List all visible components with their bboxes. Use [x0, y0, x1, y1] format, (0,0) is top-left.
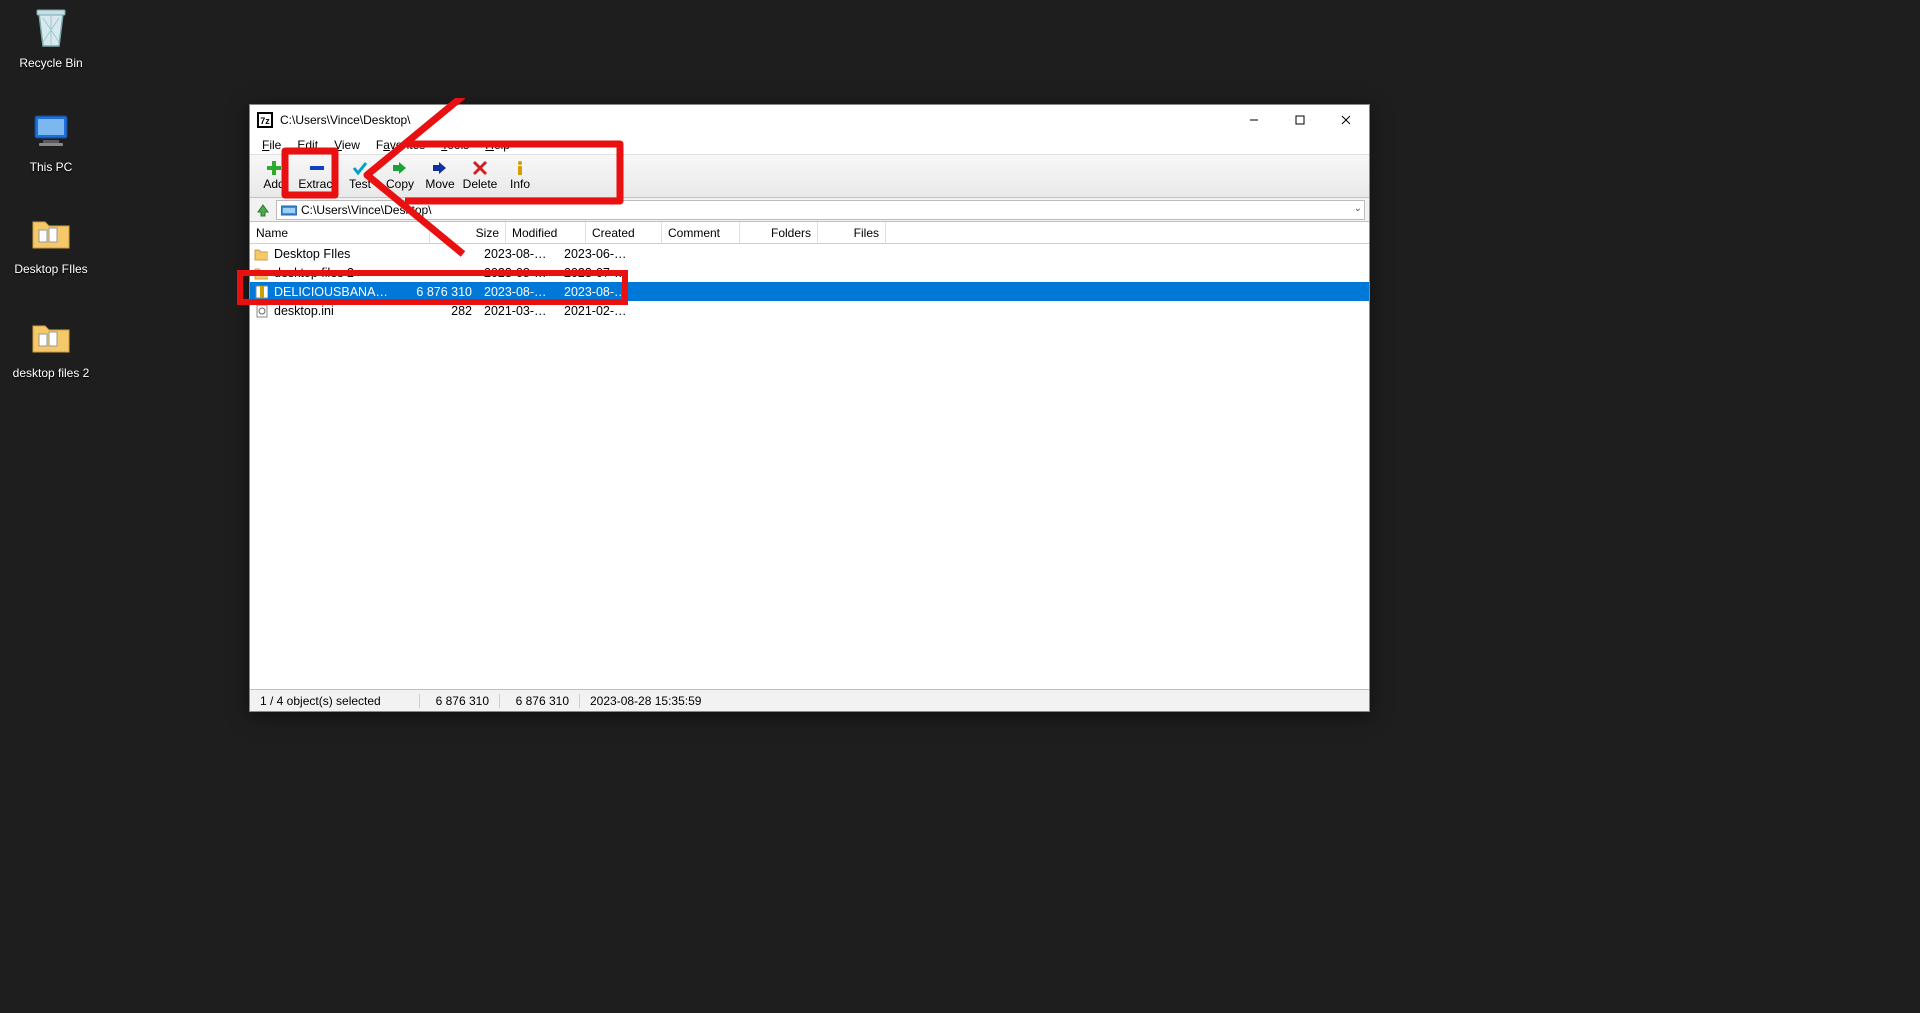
desktop-icon-label: Desktop FIles [14, 262, 87, 276]
minus-icon [309, 159, 325, 177]
desktop-icon-label: This PC [30, 160, 73, 174]
header-comment[interactable]: Comment [662, 222, 740, 243]
desktop-icon-recycle-bin[interactable]: Recycle Bin [6, 4, 96, 70]
toolbar-label: Move [425, 177, 454, 191]
svg-text:7z: 7z [260, 116, 270, 126]
status-selection: 1 / 4 object(s) selected [250, 694, 420, 708]
sevenzip-window: 7z C:\Users\Vince\Desktop\ File Edit Vie… [249, 104, 1370, 712]
file-type-icon [250, 247, 268, 261]
toolbar-label: Delete [463, 177, 498, 191]
desktop-icon-desktop-files-2[interactable]: desktop files 2 [6, 314, 96, 380]
window-title: C:\Users\Vince\Desktop\ [280, 113, 1231, 127]
file-row[interactable]: desktop files 2 2023-08-28...2023-07-26..… [250, 263, 1369, 282]
address-text: C:\Users\Vince\Desktop\ [301, 203, 432, 217]
toolbar-copy[interactable]: Copy [380, 157, 420, 193]
file-name: desktop files 2 [268, 266, 398, 280]
file-type-icon [250, 285, 268, 299]
header-name[interactable]: Name [250, 222, 430, 243]
toolbar-label: Copy [386, 177, 414, 191]
status-size-total: 6 876 310 [500, 694, 580, 708]
check-icon [352, 159, 368, 177]
status-bar: 1 / 4 object(s) selected 6 876 310 6 876… [250, 689, 1369, 711]
file-created: 2023-07-26... [558, 266, 634, 280]
up-button[interactable] [252, 199, 274, 221]
file-list[interactable]: Desktop FIles 2023-08-27...2023-06-14... d… [250, 244, 1369, 689]
chevron-down-icon[interactable]: ⌄ [1354, 203, 1362, 214]
plus-icon [266, 159, 282, 177]
desktop-icon-label: Recycle Bin [19, 56, 82, 70]
close-button[interactable] [1323, 105, 1369, 135]
file-name: DELICIOUSBANAN... [268, 285, 398, 299]
status-size-sel: 6 876 310 [420, 694, 500, 708]
file-name: Desktop FIles [268, 247, 398, 261]
toolbar-extract[interactable]: Extract [294, 157, 340, 193]
desktop-icon-this-pc[interactable]: This PC [6, 108, 96, 174]
maximize-button[interactable] [1277, 105, 1323, 135]
folder-icon [27, 314, 75, 362]
toolbar-test[interactable]: Test [340, 157, 380, 193]
toolbar-label: Test [349, 177, 371, 191]
file-name: desktop.ini [268, 304, 398, 318]
column-headers: Name Size Modified Created Comment Folde… [250, 222, 1369, 244]
toolbar-label: Info [510, 177, 530, 191]
menu-edit[interactable]: Edit [289, 137, 326, 153]
file-type-icon [250, 304, 268, 318]
info-icon [512, 159, 528, 177]
titlebar[interactable]: 7z C:\Users\Vince\Desktop\ [250, 105, 1369, 135]
address-bar: C:\Users\Vince\Desktop\ ⌄ [250, 198, 1369, 222]
file-modified: 2023-08-28... [478, 266, 558, 280]
drive-icon [281, 202, 297, 218]
file-modified: 2023-08-28... [478, 285, 558, 299]
file-row[interactable]: DELICIOUSBANAN...6 876 3102023-08-28...2… [250, 282, 1369, 301]
header-modified[interactable]: Modified [506, 222, 586, 243]
toolbar-delete[interactable]: Delete [460, 157, 500, 193]
menu-favorites[interactable]: Favorites [368, 137, 433, 153]
address-path[interactable]: C:\Users\Vince\Desktop\ ⌄ [276, 200, 1365, 220]
file-row[interactable]: Desktop FIles 2023-08-27...2023-06-14... [250, 244, 1369, 263]
toolbar-add[interactable]: Add [254, 157, 294, 193]
toolbar-label: Extract [298, 177, 335, 191]
file-created: 2023-06-14... [558, 247, 634, 261]
desktop-icon-label: desktop files 2 [13, 366, 90, 380]
toolbar-info[interactable]: Info [500, 157, 540, 193]
menu-help[interactable]: Help [477, 137, 518, 153]
file-modified: 2023-08-27... [478, 247, 558, 261]
menu-view[interactable]: View [326, 137, 368, 153]
header-size[interactable]: Size [430, 222, 506, 243]
file-created: 2023-08-28... [558, 285, 634, 299]
file-size: 6 876 310 [398, 285, 478, 299]
header-folders[interactable]: Folders [740, 222, 818, 243]
menubar: File Edit View Favorites Tools Help [250, 135, 1369, 155]
file-size: 282 [398, 304, 478, 318]
menu-file[interactable]: File [254, 137, 289, 153]
header-created[interactable]: Created [586, 222, 662, 243]
x-icon [472, 159, 488, 177]
recycle-bin-icon [27, 4, 75, 52]
status-date: 2023-08-28 15:35:59 [580, 694, 740, 708]
folder-icon [27, 210, 75, 258]
arrow-move-icon [431, 159, 449, 177]
menu-tools[interactable]: Tools [433, 137, 477, 153]
arrow-copy-icon [391, 159, 409, 177]
toolbar-label: Add [263, 177, 284, 191]
this-pc-icon [27, 108, 75, 156]
file-type-icon [250, 266, 268, 280]
file-created: 2021-02-28... [558, 304, 634, 318]
sevenzip-icon: 7z [256, 111, 274, 129]
header-files[interactable]: Files [818, 222, 886, 243]
file-row[interactable]: desktop.ini2822021-03-23...2021-02-28... [250, 301, 1369, 320]
toolbar: Add Extract Test Copy Move Delete Info [250, 155, 1369, 198]
toolbar-move[interactable]: Move [420, 157, 460, 193]
desktop-icon-desktop-files[interactable]: Desktop FIles [6, 210, 96, 276]
file-modified: 2021-03-23... [478, 304, 558, 318]
minimize-button[interactable] [1231, 105, 1277, 135]
